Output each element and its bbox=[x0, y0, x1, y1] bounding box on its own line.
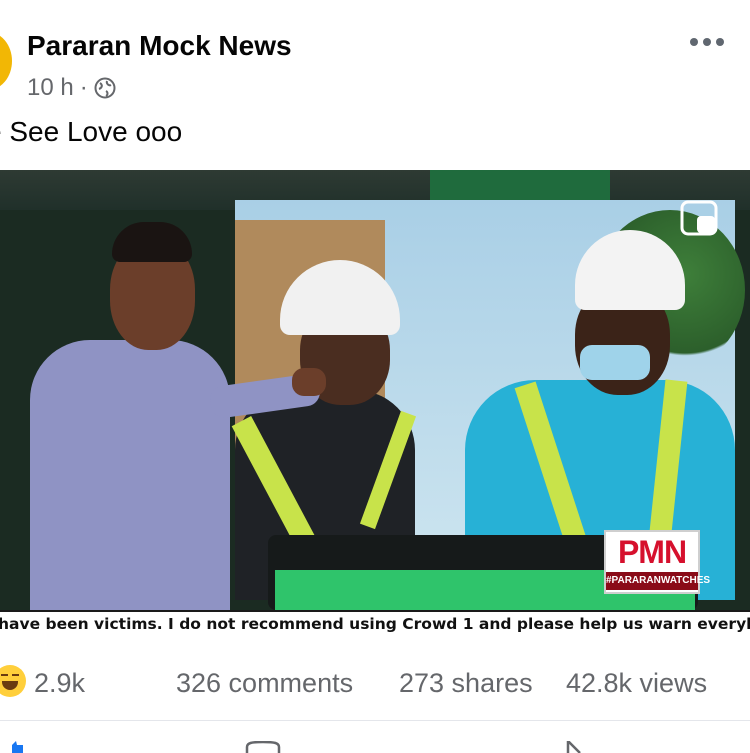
shares-count[interactable]: 273 shares bbox=[399, 668, 533, 699]
action-bar bbox=[0, 735, 750, 753]
picture-in-picture-icon[interactable] bbox=[680, 200, 718, 236]
divider bbox=[0, 720, 750, 721]
channel-hashtag: #PARARANWATCHES bbox=[606, 572, 710, 590]
news-ticker: have been victims. I do not recommend us… bbox=[0, 610, 750, 640]
comments-count[interactable]: 326 comments bbox=[176, 668, 353, 699]
presenter bbox=[30, 220, 330, 640]
presenter-hair bbox=[112, 222, 192, 262]
studio-light-green bbox=[430, 170, 610, 200]
meta-separator: · bbox=[79, 74, 88, 101]
engagement-bar: 2.9k 326 comments 273 shares 42.8k views bbox=[0, 658, 750, 708]
like-icon[interactable] bbox=[8, 741, 24, 753]
share-icon[interactable] bbox=[564, 741, 584, 753]
emoji-eye bbox=[12, 674, 19, 680]
post-caption: e See Love ooo bbox=[0, 116, 183, 147]
post-meta: 10 h · bbox=[27, 74, 116, 102]
reaction-count[interactable]: 2.9k bbox=[34, 668, 85, 699]
presenter-hand bbox=[292, 368, 326, 396]
haha-reaction-icon[interactable] bbox=[0, 665, 26, 697]
more-options-icon[interactable] bbox=[690, 38, 724, 46]
post-header: Pararan Mock News 10 h · bbox=[0, 0, 750, 110]
ticker-text: have been victims. I do not recommend us… bbox=[0, 615, 750, 633]
dot bbox=[703, 38, 711, 46]
video-player[interactable]: PMN #PARARANWATCHES have been victims. I… bbox=[0, 170, 750, 640]
worker-right-mask bbox=[580, 345, 650, 380]
dot bbox=[690, 38, 698, 46]
views-count: 42.8k views bbox=[566, 668, 708, 698]
globe-icon bbox=[94, 77, 116, 99]
post-time[interactable]: 10 h bbox=[27, 74, 74, 102]
presenter-shirt bbox=[30, 340, 230, 640]
dot bbox=[716, 38, 724, 46]
channel-logo-text: PMN bbox=[617, 534, 687, 570]
emoji-eye bbox=[1, 674, 8, 680]
page-avatar[interactable] bbox=[0, 32, 12, 90]
emoji-mouth bbox=[2, 681, 18, 690]
comment-icon[interactable] bbox=[245, 741, 281, 753]
channel-logo: PMN #PARARANWATCHES bbox=[604, 530, 710, 594]
page-name[interactable]: Pararan Mock News bbox=[27, 30, 292, 62]
